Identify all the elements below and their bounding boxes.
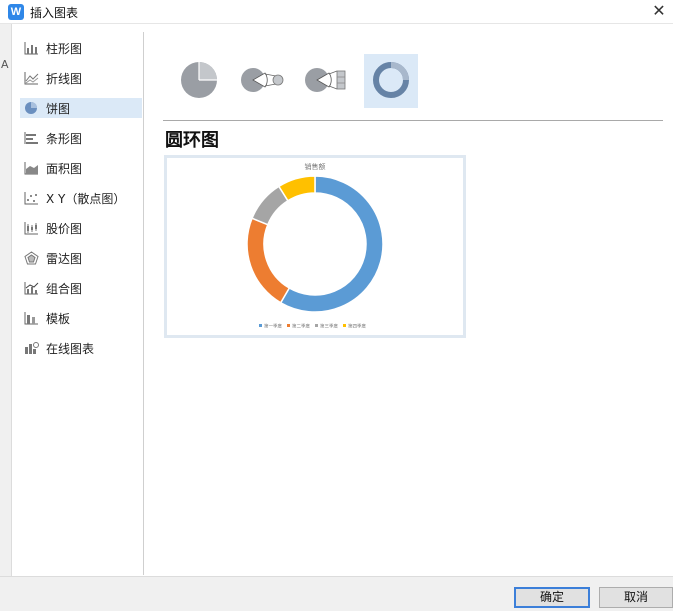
- background-window-strip: A: [0, 24, 12, 576]
- wps-app-icon: W: [8, 4, 24, 20]
- divider: [163, 120, 663, 121]
- sidebar-item-label: 条形图: [46, 131, 83, 146]
- legend-label: 第一季度: [264, 323, 282, 330]
- sidebar-item-label: 股价图: [46, 221, 83, 236]
- legend-swatch: [343, 324, 346, 327]
- subtype-pie-of-pie[interactable]: [236, 54, 290, 108]
- radar-chart-icon: [23, 251, 39, 265]
- sidebar-item-label: 柱形图: [46, 41, 83, 56]
- selected-chart-name: 圆环图: [165, 130, 219, 151]
- sidebar-item-label: 雷达图: [46, 251, 83, 266]
- stock-chart-icon: [23, 221, 39, 235]
- dialog-footer: 确定 取消: [0, 576, 673, 611]
- template-icon: [23, 311, 39, 325]
- legend-swatch: [259, 324, 262, 327]
- legend-label: 第三季度: [320, 323, 338, 330]
- subtype-doughnut[interactable]: [364, 54, 418, 108]
- window-title: 插入图表: [30, 6, 79, 20]
- sidebar-item-label: 面积图: [46, 161, 83, 176]
- horizontal-bar-icon: [23, 131, 39, 145]
- line-chart-icon: [23, 71, 39, 85]
- area-chart-icon: [23, 161, 39, 175]
- doughnut-chart: 第一季度 第二季度 第三季度 第四季度: [246, 175, 384, 330]
- title-bar: W 插入图表 ✕: [0, 0, 673, 24]
- sidebar-item-line[interactable]: 折线图: [20, 68, 142, 88]
- scatter-chart-icon: [23, 191, 39, 205]
- chart-type-sidebar: 柱形图 折线图 饼图 条形图 面积图 X Y（散点图） 股价图 雷达图 组合图 …: [12, 32, 144, 575]
- sidebar-item-template[interactable]: 模板: [20, 308, 142, 328]
- legend-swatch: [315, 324, 318, 327]
- pie-chart-icon: [23, 101, 39, 115]
- close-icon[interactable]: ✕: [645, 0, 673, 24]
- chart-preview-panel: 圆环图 销售额 第一季度 第二季度 第三季度 第四季度: [145, 32, 673, 575]
- doughnut-subtype-icon: [371, 60, 411, 103]
- sidebar-item-label: X Y（散点图）: [46, 191, 126, 206]
- sidebar-item-bar[interactable]: 柱形图: [20, 38, 142, 58]
- sidebar-item-label: 组合图: [46, 281, 83, 296]
- subtype-pie[interactable]: [172, 54, 226, 108]
- combo-chart-icon: [23, 281, 39, 295]
- sidebar-item-radar[interactable]: 雷达图: [20, 248, 142, 268]
- sidebar-item-pie[interactable]: 饼图: [20, 98, 142, 118]
- doughnut-slice-2: [246, 217, 291, 304]
- ok-button[interactable]: 确定: [514, 587, 590, 608]
- pie-subtype-icon: [179, 60, 219, 103]
- sidebar-item-area[interactable]: 面积图: [20, 158, 142, 178]
- background-text-fragment: A: [1, 58, 9, 71]
- sidebar-item-scatter[interactable]: X Y（散点图）: [20, 188, 142, 208]
- sidebar-item-stock[interactable]: 股价图: [20, 218, 142, 238]
- legend-swatch: [287, 324, 290, 327]
- chart-preview[interactable]: 销售额 第一季度 第二季度 第三季度 第四季度: [164, 155, 466, 338]
- sidebar-item-online-chart[interactable]: 在线图表: [20, 338, 142, 358]
- legend-label: 第二季度: [292, 323, 310, 330]
- sidebar-item-label: 饼图: [46, 101, 71, 116]
- sidebar-item-label: 在线图表: [46, 341, 95, 356]
- sidebar-item-label: 模板: [46, 311, 71, 326]
- bar-of-pie-subtype-icon: [304, 65, 350, 98]
- bar-chart-icon: [23, 41, 39, 55]
- legend-label: 第四季度: [348, 323, 366, 330]
- cancel-button[interactable]: 取消: [599, 587, 673, 608]
- pie-of-pie-subtype-icon: [240, 65, 286, 98]
- online-chart-icon: [23, 341, 39, 355]
- sidebar-item-horizontal-bar[interactable]: 条形图: [20, 128, 142, 148]
- sidebar-item-combo[interactable]: 组合图: [20, 278, 142, 298]
- subtype-bar-of-pie[interactable]: [300, 54, 354, 108]
- sidebar-item-label: 折线图: [46, 71, 83, 86]
